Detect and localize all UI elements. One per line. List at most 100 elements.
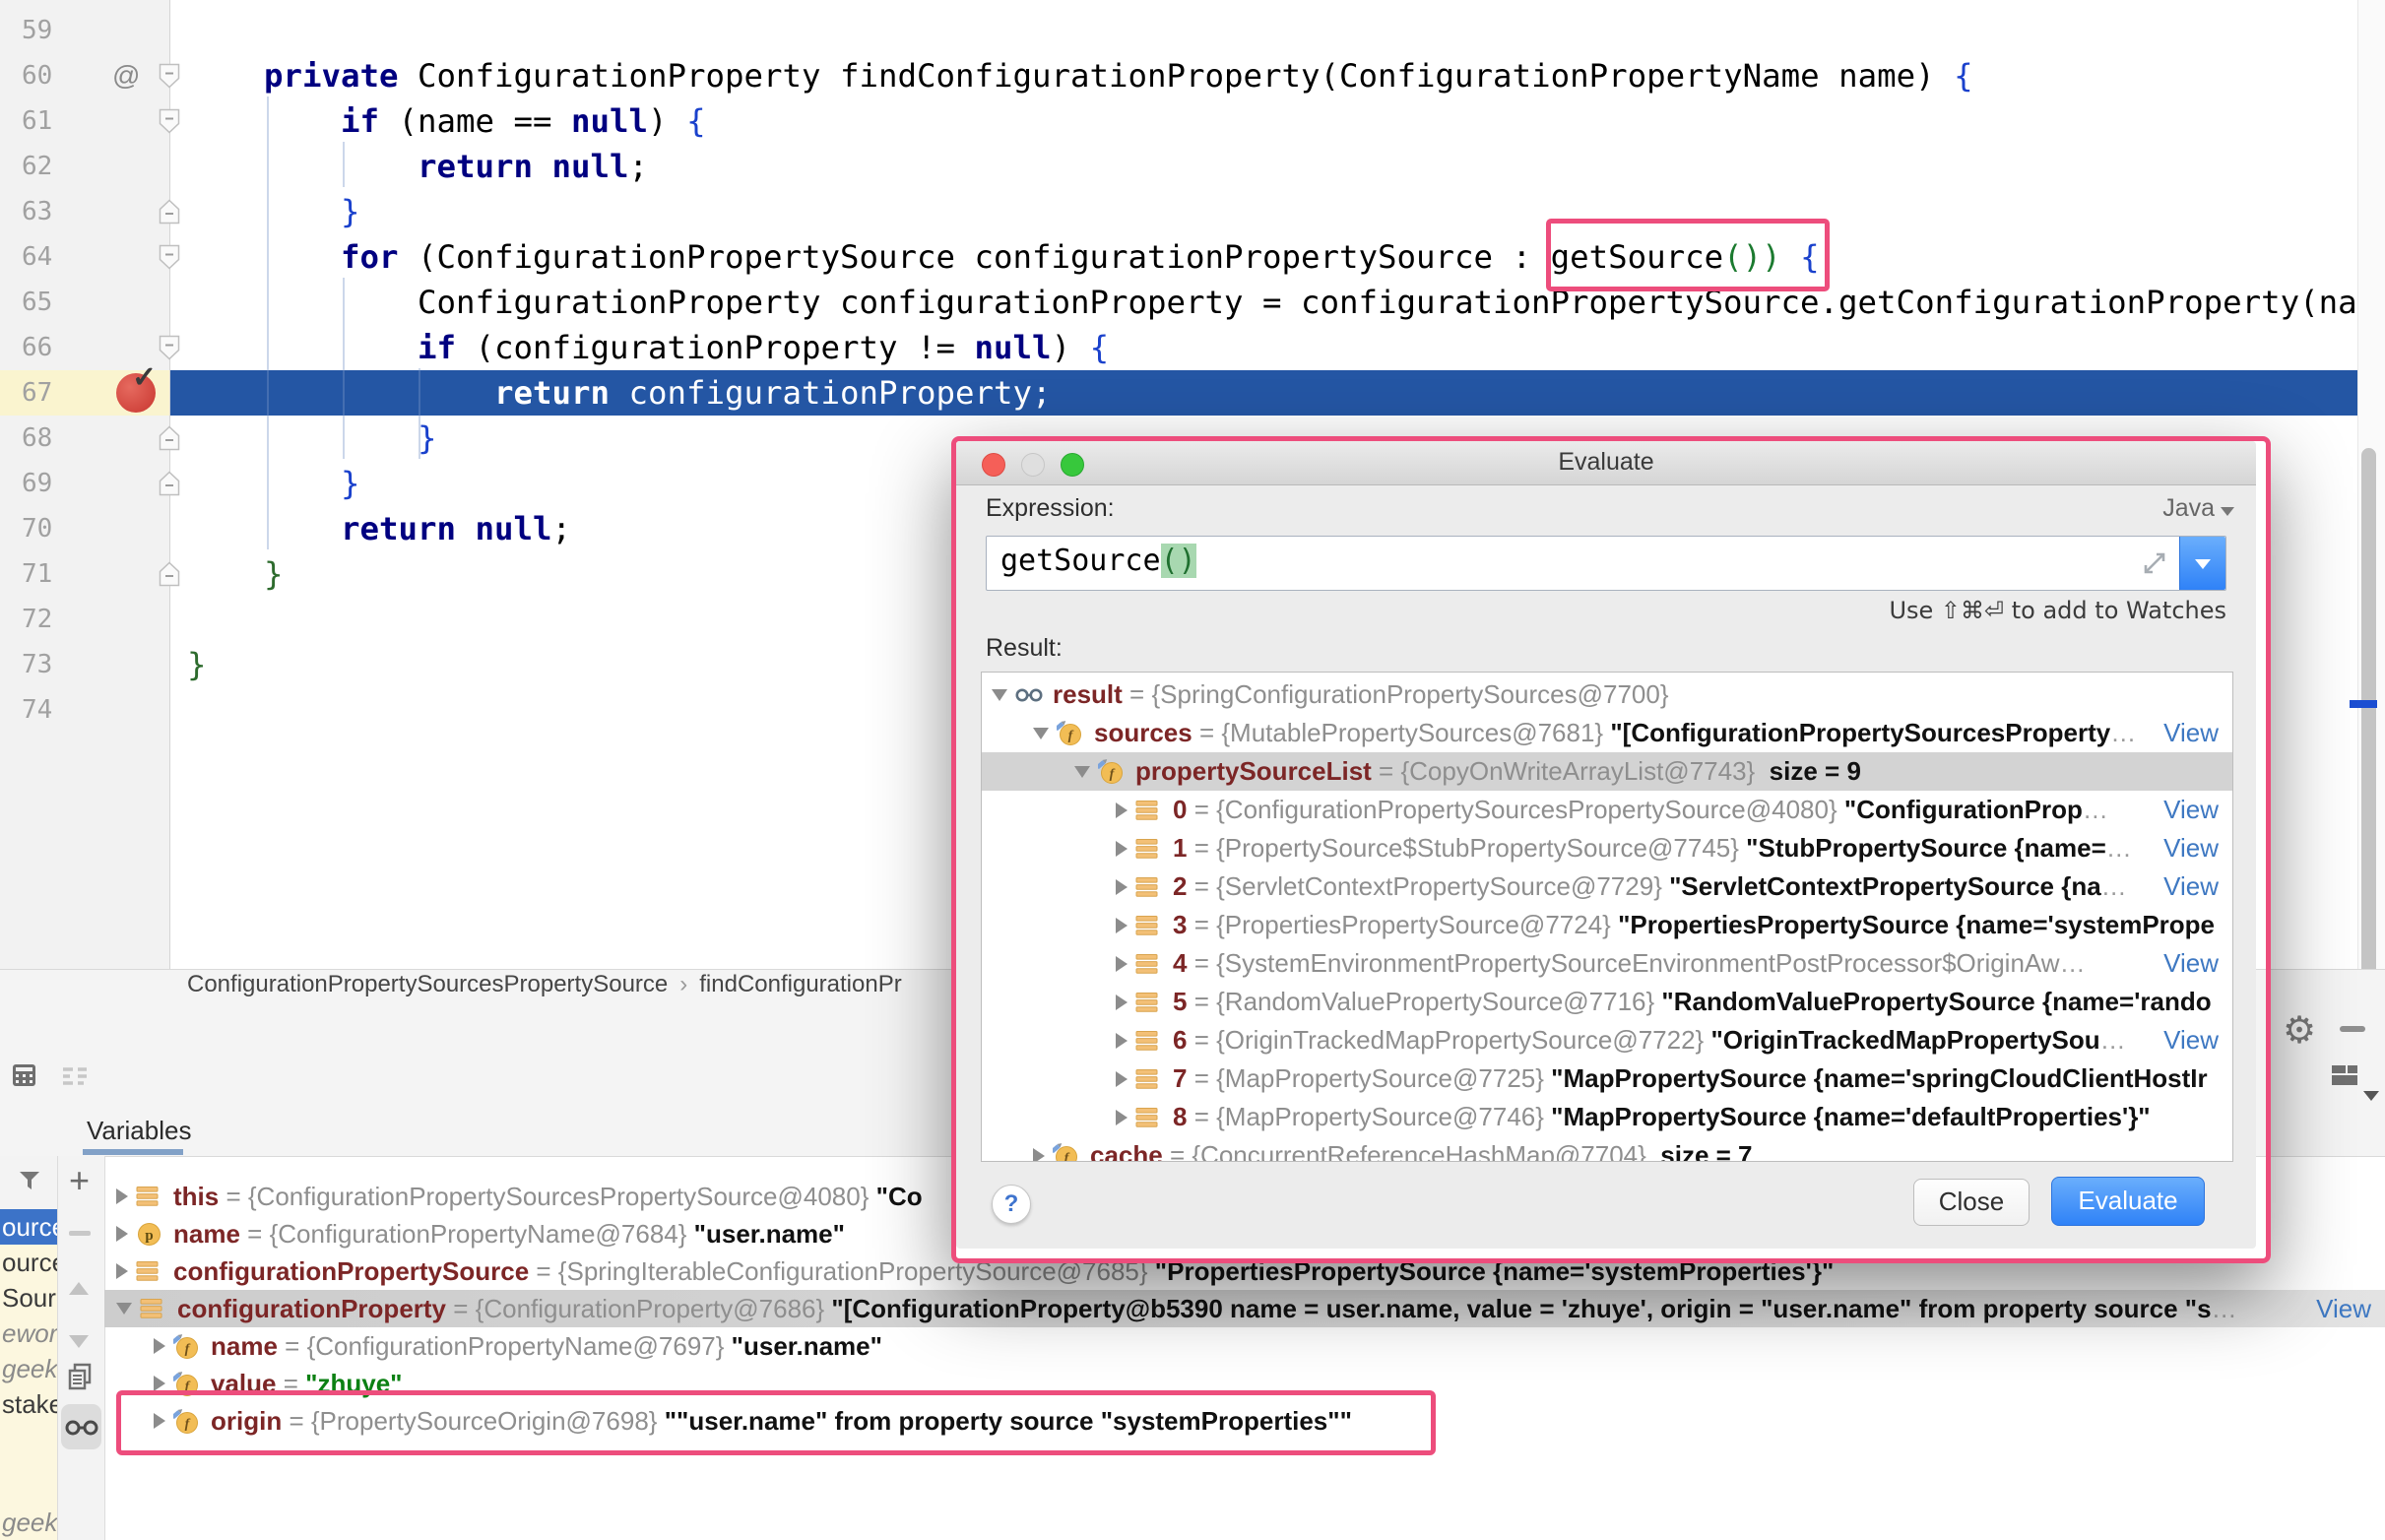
filter-funnel-icon[interactable] [18, 1170, 41, 1196]
line-number[interactable]: 63 [22, 189, 52, 234]
expand-arrow-icon[interactable] [154, 1338, 165, 1354]
move-up-icon[interactable] [69, 1282, 89, 1295]
field-icon: f [1053, 1142, 1082, 1162]
remove-watch-icon[interactable] [69, 1231, 91, 1236]
variable-row[interactable]: fname = {ConfigurationPropertyName@7697}… [104, 1327, 2385, 1365]
evaluate-expression-icon[interactable] [12, 1063, 36, 1092]
field-icon: f [1098, 758, 1128, 785]
frame-item[interactable]: ource [0, 1209, 58, 1245]
result-tree[interactable]: result = {SpringConfigurationPropertySou… [981, 672, 2233, 1162]
expand-arrow-icon[interactable] [1033, 1148, 1045, 1163]
view-link[interactable]: View [2316, 1294, 2371, 1324]
list-icon [1135, 1107, 1165, 1128]
collapse-arrow-icon[interactable] [992, 689, 1007, 701]
annotation-box-origin-row [116, 1390, 1436, 1455]
view-link[interactable]: View [2163, 871, 2219, 902]
expand-arrow-icon[interactable] [1116, 1033, 1128, 1049]
expand-editor-icon[interactable] [2141, 549, 2168, 582]
expand-arrow-icon[interactable] [116, 1188, 128, 1204]
line-number[interactable]: 70 [22, 506, 52, 551]
result-tree-row[interactable]: fsources = {MutablePropertySources@7681}… [982, 714, 2232, 752]
line-number[interactable]: 74 [22, 687, 52, 733]
evaluate-dialog[interactable]: Evaluate Expression: Java getSource() Us… [956, 441, 2256, 1249]
list-icon [136, 1260, 165, 1282]
line-number[interactable]: 71 [22, 551, 52, 597]
line-number[interactable]: 69 [22, 461, 52, 506]
result-tree-row[interactable]: result = {SpringConfigurationPropertySou… [982, 675, 2232, 714]
line-number[interactable]: 66 [22, 325, 52, 370]
collapse-arrow-icon[interactable] [116, 1303, 132, 1315]
frame-item[interactable]: ework [0, 1315, 58, 1351]
expand-arrow-icon[interactable] [1116, 956, 1128, 972]
variable-row[interactable]: configurationProperty = {ConfigurationPr… [104, 1290, 2385, 1327]
expand-arrow-icon[interactable] [116, 1226, 128, 1242]
expand-arrow-icon[interactable] [116, 1263, 128, 1279]
truncation-ellipsis: … [2060, 948, 2086, 979]
result-tree-row[interactable]: 8 = {MapPropertySource@7746} "MapPropert… [982, 1098, 2232, 1136]
frame-item[interactable]: geekb [0, 1505, 58, 1540]
line-number[interactable]: 59 [22, 8, 52, 53]
move-down-icon[interactable] [69, 1335, 89, 1348]
line-number[interactable]: 67 [22, 370, 52, 416]
expression-input[interactable]: getSource() [986, 536, 2226, 591]
expand-arrow-icon[interactable] [1116, 879, 1128, 895]
variable-name: 1 [1173, 833, 1187, 864]
collapse-arrow-icon[interactable] [1074, 766, 1090, 778]
result-tree-row[interactable]: 1 = {PropertySource$StubPropertySource@7… [982, 829, 2232, 867]
truncation-ellipsis: … [2100, 1025, 2126, 1056]
evaluate-button[interactable]: Evaluate [2051, 1177, 2205, 1226]
result-tree-row[interactable]: 4 = {SystemEnvironmentPropertySourceEnvi… [982, 944, 2232, 983]
collapse-arrow-icon[interactable] [1033, 728, 1049, 739]
expand-arrow-icon[interactable] [1116, 802, 1128, 818]
expand-arrow-icon[interactable] [1116, 995, 1128, 1010]
expand-arrow-icon[interactable] [1116, 1110, 1128, 1125]
line-number[interactable]: 72 [22, 597, 52, 642]
result-tree-row[interactable]: 5 = {RandomValuePropertySource@7716} "Ra… [982, 983, 2232, 1021]
compare-layout-icon[interactable] [61, 1065, 89, 1092]
line-number[interactable]: 65 [22, 280, 52, 325]
result-label: Result: [986, 634, 1063, 663]
line-number[interactable]: 68 [22, 416, 52, 461]
help-button[interactable]: ? [992, 1185, 1031, 1224]
result-tree-row[interactable]: fpropertySourceList = {CopyOnWriteArrayL… [982, 752, 2232, 791]
result-tree-row[interactable]: fcache = {ConcurrentReferenceHashMap@770… [982, 1136, 2232, 1162]
view-link[interactable]: View [2163, 718, 2219, 748]
line-number[interactable]: 64 [22, 234, 52, 280]
frame-item[interactable]: Sourc [0, 1280, 58, 1315]
frame-item[interactable]: stake [0, 1386, 58, 1422]
line-number[interactable]: 73 [22, 642, 52, 687]
expand-arrow-icon[interactable] [1116, 1071, 1128, 1087]
dialog-titlebar[interactable]: Evaluate [956, 441, 2256, 485]
variable-name: 8 [1173, 1102, 1187, 1132]
add-watch-icon[interactable]: + [69, 1166, 90, 1195]
variable-name: propertySourceList [1135, 756, 1372, 787]
expand-arrow-icon[interactable] [1116, 841, 1128, 857]
object-reference: {MutablePropertySources@7681} [1221, 718, 1603, 748]
variable-name: 7 [1173, 1063, 1187, 1094]
expand-arrow-icon[interactable] [1116, 918, 1128, 933]
expression-history-dropdown-button[interactable] [2179, 537, 2225, 590]
field-icon: f [1057, 720, 1086, 746]
result-tree-row[interactable]: 2 = {ServletContextPropertySource@7729} … [982, 867, 2232, 906]
view-link[interactable]: View [2163, 948, 2219, 979]
view-link[interactable]: View [2163, 833, 2219, 864]
result-tree-row[interactable]: 7 = {MapPropertySource@7725} "MapPropert… [982, 1059, 2232, 1098]
value-text: "OriginTrackedMapPropertySou [1704, 1025, 2099, 1056]
view-link[interactable]: View [2163, 795, 2219, 825]
line-number[interactable]: 61 [22, 98, 52, 144]
close-button[interactable]: Close [1913, 1179, 2030, 1226]
frame-item[interactable]: geek [0, 1351, 58, 1386]
language-selector[interactable]: Java [2162, 494, 2234, 523]
variable-name: configurationProperty [177, 1294, 446, 1324]
view-link[interactable]: View [2163, 1025, 2219, 1056]
duplicate-icon[interactable] [67, 1363, 93, 1395]
language-label: Java [2162, 494, 2215, 522]
equals: = [1123, 679, 1152, 710]
result-tree-row[interactable]: 6 = {OriginTrackedMapPropertySource@7722… [982, 1021, 2232, 1059]
line-number[interactable]: 60 [22, 53, 52, 98]
expand-arrow-icon[interactable] [154, 1376, 165, 1391]
frame-item[interactable]: ource [0, 1245, 58, 1280]
result-tree-row[interactable]: 0 = {ConfigurationPropertySourcesPropert… [982, 791, 2232, 829]
result-tree-row[interactable]: 3 = {PropertiesPropertySource@7724} "Pro… [982, 906, 2232, 944]
line-number[interactable]: 62 [22, 144, 52, 189]
